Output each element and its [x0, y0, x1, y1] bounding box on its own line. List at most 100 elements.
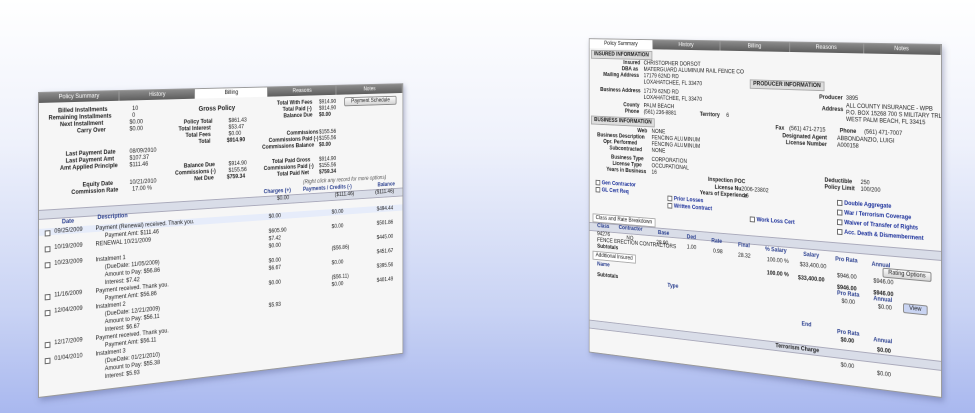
- license-type-value: OCCUPATIONAL: [651, 163, 689, 172]
- years-label: Years in Business: [606, 167, 647, 176]
- territory-label: Territory: [699, 112, 720, 119]
- col-final: Final: [737, 242, 750, 250]
- checkbox-icon[interactable]: [837, 209, 843, 216]
- terror-prorata1: $0.00: [840, 337, 855, 345]
- producer-info-header: PRODUCER INFORMATION: [749, 79, 825, 92]
- terror-prorata2: $0.00: [840, 362, 855, 371]
- last-payment-date-value: 08/09/2010: [129, 147, 157, 155]
- tab-notes-r[interactable]: Notes: [863, 43, 942, 55]
- checkbox-icon[interactable]: [749, 216, 755, 223]
- ledger-charges: $0.00: [268, 213, 282, 220]
- ai-annual-value: $0.00: [877, 304, 892, 312]
- ledger-charges: $6.67: [268, 265, 282, 272]
- mailing-line2: LOXAHATCHEE, FL 33470: [643, 79, 703, 88]
- ledger-payments: ($56.11): [331, 273, 349, 281]
- ledger-balance: $445.00: [376, 234, 394, 241]
- total-interest-value: $53.47: [228, 124, 245, 131]
- business-address-label: Business Address: [600, 87, 641, 95]
- expand-toggle-icon[interactable]: [44, 341, 53, 349]
- checkbox-icon[interactable]: [595, 186, 601, 193]
- deductible-value: 250: [860, 180, 870, 187]
- license-value: A000158: [837, 142, 859, 150]
- business-line2: LOXAHATCHEE, FL 33470: [643, 95, 703, 103]
- tab-policy-summary[interactable]: Policy Summary: [38, 91, 120, 103]
- ledger-date: 10/23/2009: [54, 258, 83, 267]
- next-installment-value: $0.00: [129, 119, 144, 126]
- top-charges: $0.00: [276, 195, 290, 202]
- phone-label: Phone: [624, 108, 640, 115]
- col-prorata: Pro Rata: [835, 256, 858, 265]
- checkbox-icon[interactable]: [837, 228, 843, 236]
- total-paid-label: Total Paid (-): [282, 106, 312, 113]
- carry-over-value: $0.00: [129, 126, 144, 133]
- ledger-charges: $0.00: [268, 243, 282, 250]
- double-aggregate-check[interactable]: Double Aggregate: [837, 199, 891, 210]
- expand-toggle-icon[interactable]: [44, 246, 53, 253]
- tab-notes[interactable]: Notes: [336, 84, 403, 95]
- policy-total-label: Policy Total: [183, 118, 213, 126]
- tab-billing-r[interactable]: Billing: [720, 41, 791, 52]
- total-paid-net-value: $759.34: [318, 169, 337, 176]
- billing-window: Policy Summary History Billing Reasons N…: [38, 83, 404, 399]
- gross-balance-due-value: $914.90: [228, 160, 247, 168]
- ledger-balance: $395.56: [376, 262, 394, 270]
- policy-limit-label: Policy Limit: [824, 184, 855, 193]
- view-button[interactable]: View: [903, 303, 928, 316]
- checkbox-icon[interactable]: [837, 219, 843, 226]
- expand-toggle-icon[interactable]: [44, 309, 53, 317]
- remaining-installments-value: 0: [132, 112, 136, 119]
- fax-label: Fax: [775, 125, 785, 132]
- tab-history-r[interactable]: History: [653, 40, 721, 51]
- commissions-balance-label: Commissions Balance: [262, 142, 315, 151]
- tab-history[interactable]: History: [119, 89, 196, 101]
- gross-policy-title: Gross Policy: [198, 105, 236, 113]
- checkbox-icon[interactable]: [667, 195, 673, 202]
- years-value: 16: [651, 169, 657, 176]
- ai-type-col: Type: [667, 283, 679, 290]
- tab-policy-summary-r[interactable]: Policy Summary: [589, 39, 654, 50]
- gross-commissions-value: $155.56: [228, 167, 247, 174]
- expand-toggle-icon[interactable]: [44, 293, 53, 301]
- ledger-payments: $0.00: [331, 209, 344, 216]
- class-prorata: $946.00: [837, 273, 857, 281]
- col-date: Date: [61, 218, 75, 226]
- checkbox-icon[interactable]: [595, 179, 601, 186]
- ledger-date: 09/25/2009: [54, 226, 83, 235]
- work-loss-check[interactable]: Work Loss Cert: [749, 216, 795, 226]
- equity-date-value: 10/21/2010: [129, 178, 157, 186]
- class-annual: $946.00: [873, 278, 894, 287]
- gl-cert-check[interactable]: GL Cert Req: [595, 186, 629, 195]
- col-description: Description: [97, 213, 128, 222]
- amt-applied-value: $111.46: [129, 161, 149, 169]
- total-paid-value: $914.90: [318, 105, 337, 112]
- gross-total-value: $914.90: [226, 137, 246, 144]
- tab-billing[interactable]: Billing: [195, 87, 268, 99]
- class-salary: $33,400.00: [799, 262, 827, 271]
- insured-info-header: INSURED INFORMATION: [591, 49, 652, 61]
- ledger-charges: $7.42: [268, 235, 282, 243]
- commissions-paid-value: $155.56: [318, 135, 337, 142]
- web-label: Web: [637, 128, 648, 135]
- last-payment-amt-value: $107.37: [129, 154, 149, 162]
- tab-reasons-r[interactable]: Reasons: [790, 42, 864, 54]
- ledger-date: 10/19/2009: [54, 242, 83, 251]
- ledger-balance: $451.67: [376, 248, 394, 256]
- ai-subtotals-label: Subtotals: [597, 272, 619, 280]
- total-fees-label: Total Fees: [185, 132, 211, 139]
- expand-toggle-icon[interactable]: [44, 262, 53, 269]
- checkbox-icon[interactable]: [667, 202, 673, 209]
- billed-installments-value: 10: [132, 106, 139, 113]
- checkbox-icon[interactable]: [837, 199, 843, 207]
- col-salary: Salary: [803, 252, 820, 260]
- fees-balance-due-label: Balance Due: [283, 112, 313, 120]
- col-class: Class: [597, 223, 610, 230]
- payment-schedule-button[interactable]: Payment Schedule: [344, 95, 397, 107]
- expand-toggle-icon[interactable]: [44, 230, 53, 237]
- ledger-payments: $0.00: [331, 223, 344, 230]
- expand-toggle-icon[interactable]: [44, 357, 53, 365]
- producer-value: 3895: [846, 95, 859, 102]
- tab-reasons[interactable]: Reasons: [267, 85, 337, 97]
- terror-annual-col: Annual: [873, 337, 893, 346]
- written-contract-check[interactable]: Written Contract: [667, 202, 712, 212]
- producer-label: Producer: [819, 94, 843, 102]
